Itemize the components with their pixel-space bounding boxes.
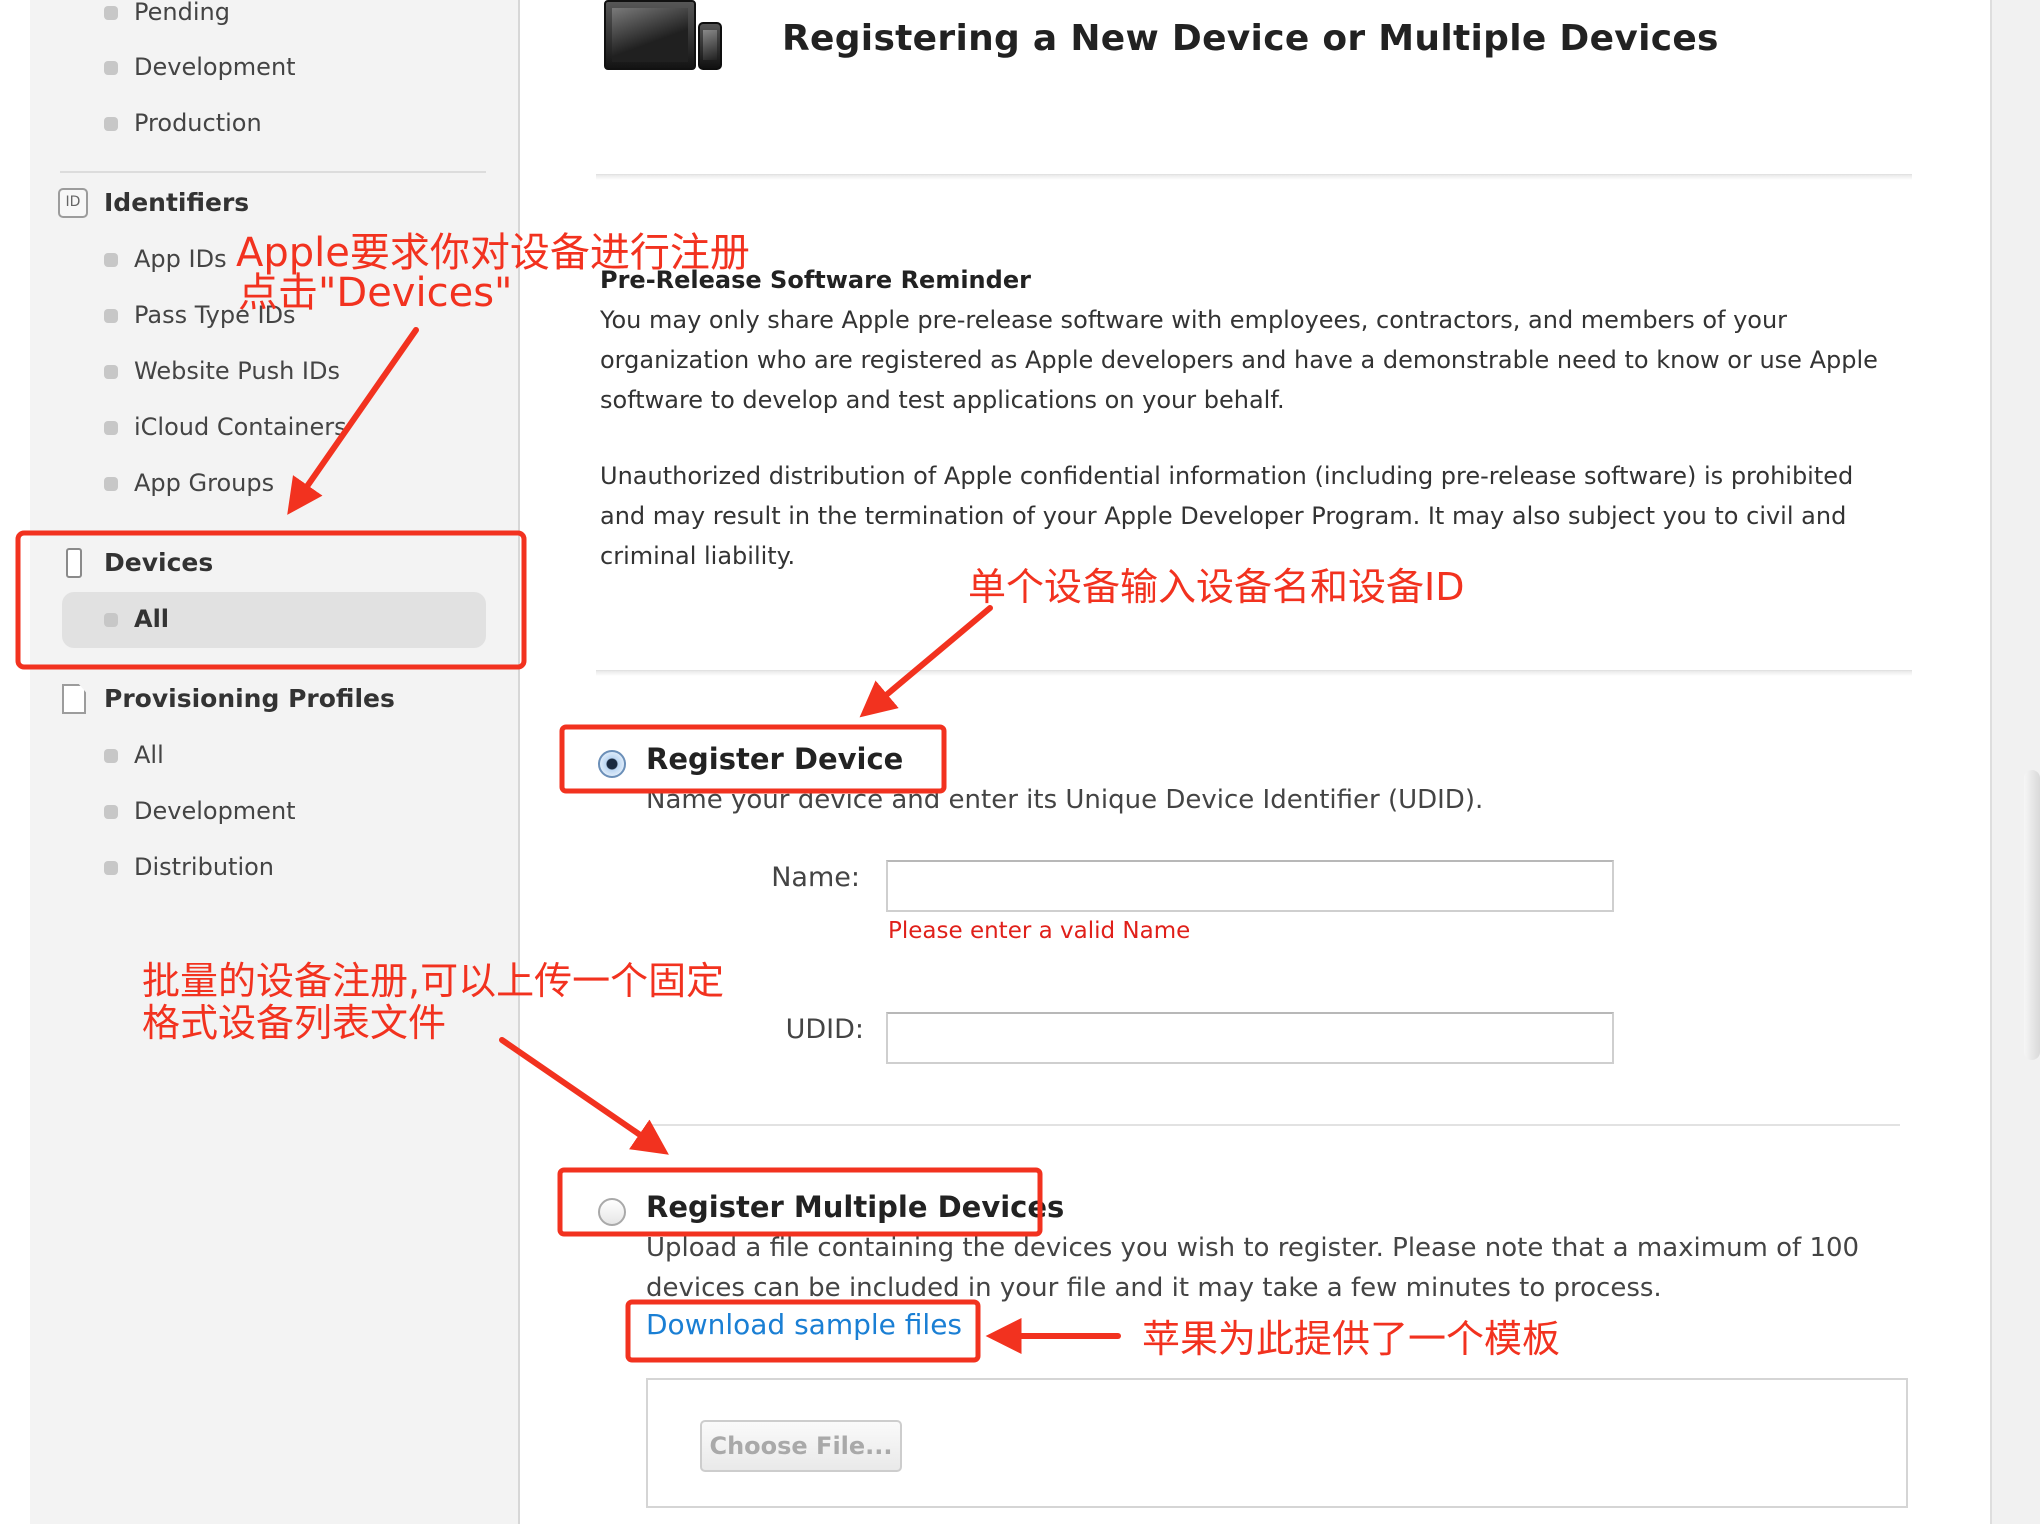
section-divider <box>646 1124 1900 1126</box>
sidebar-item-label: Website Push IDs <box>134 357 340 385</box>
download-sample-files-link[interactable]: Download sample files <box>646 1308 962 1341</box>
udid-label: UDID: <box>785 1014 864 1045</box>
bullet-icon <box>104 309 118 323</box>
annotation-devices-line2: 点击"Devices" <box>238 270 513 316</box>
bullet-icon <box>104 861 118 875</box>
arrow-to-register-device <box>859 605 993 718</box>
sidebar-item-label: iCloud Containers <box>134 413 347 441</box>
iphone-screen <box>703 30 717 60</box>
sidebar-item-label: Pending <box>134 0 230 26</box>
sidebar-item-label: All <box>134 741 164 769</box>
iphone-icon <box>66 548 82 578</box>
sidebar-divider <box>60 171 486 173</box>
bullet-icon <box>104 749 118 763</box>
register-multiple-description: Upload a file containing the devices you… <box>646 1233 1860 1303</box>
window-edge <box>1990 0 2040 1524</box>
register-device-title[interactable]: Register Device <box>646 742 903 776</box>
sidebar-item-label: All <box>134 605 170 633</box>
bullet-icon <box>104 117 118 131</box>
register-multiple-radio[interactable] <box>598 1198 626 1226</box>
name-input[interactable] <box>886 860 1614 912</box>
ipad-icon <box>604 0 696 70</box>
devices-graphic-icon <box>604 0 724 72</box>
sidebar-selected-highlight <box>62 592 486 648</box>
page-title: Registering a New Device or Multiple Dev… <box>782 18 1719 59</box>
bullet-icon <box>104 477 118 491</box>
sidebar-item-label: App Groups <box>134 469 275 497</box>
document-icon <box>62 684 86 714</box>
ipad-screen <box>612 8 688 62</box>
sidebar-item-label: Distribution <box>134 853 275 881</box>
bullet-icon <box>104 613 118 627</box>
sidebar-heading-label: Devices <box>104 548 214 577</box>
sidebar-item-label: Development <box>134 797 296 825</box>
bullet-icon <box>104 365 118 379</box>
sidebar-item-label: Development <box>134 53 296 81</box>
register-multiple-title[interactable]: Register Multiple Devices <box>646 1190 1064 1224</box>
bullet-icon <box>104 253 118 267</box>
name-error-message: Please enter a valid Name <box>888 918 1191 944</box>
sidebar-heading-label: Identifiers <box>104 188 250 217</box>
id-icon: ID <box>58 188 88 218</box>
choose-file-button[interactable]: Choose File... <box>700 1420 902 1472</box>
annotation-single-device: 单个设备输入设备名和设备ID <box>968 565 1465 609</box>
udid-input[interactable] <box>886 1012 1614 1064</box>
sidebar-item-label: App IDs <box>134 245 227 273</box>
section-divider <box>596 174 1912 180</box>
reminder-paragraph-1: You may only share Apple pre-release sof… <box>600 306 1878 414</box>
annotation-template: 苹果为此提供了一个模板 <box>1142 1317 1561 1361</box>
register-device-description: Name your device and enter its Unique De… <box>646 785 1484 815</box>
bullet-icon <box>104 421 118 435</box>
scrollbar-thumb[interactable] <box>2024 770 2040 1060</box>
arrow-to-register-multiple <box>499 1037 669 1155</box>
annotation-multiple-line2: 格式设备列表文件 <box>142 1001 447 1045</box>
sidebar-heading-label: Provisioning Profiles <box>104 684 395 713</box>
section-divider <box>596 670 1912 676</box>
register-device-radio[interactable] <box>598 750 626 778</box>
bullet-icon <box>104 805 118 819</box>
name-label: Name: <box>771 862 860 893</box>
iphone-icon <box>698 22 722 70</box>
bullet-icon <box>104 6 118 20</box>
sidebar-item-label: Production <box>134 109 262 137</box>
file-upload-area: Choose File... <box>646 1378 1908 1508</box>
bullet-icon <box>104 61 118 75</box>
